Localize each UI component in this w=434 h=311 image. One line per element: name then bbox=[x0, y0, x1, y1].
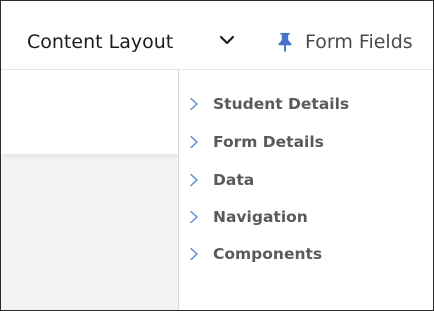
tree-item-components[interactable]: Components bbox=[187, 242, 322, 266]
pin-icon bbox=[278, 32, 292, 53]
content-layout-label: Content Layout bbox=[27, 31, 174, 53]
chevron-right-icon[interactable] bbox=[187, 97, 201, 111]
chevron-down-icon[interactable] bbox=[215, 28, 239, 52]
chevron-right-icon[interactable] bbox=[187, 135, 201, 149]
form-fields-label: Form Fields bbox=[305, 31, 413, 53]
tree-item-label: Navigation bbox=[213, 208, 308, 226]
toolbar: Content Layout Form Fields bbox=[1, 1, 433, 70]
app-frame: Content Layout Form Fields Student Detai… bbox=[0, 0, 434, 311]
form-fields-button[interactable]: Form Fields bbox=[274, 29, 413, 55]
form-fields-panel: Student Details Form Details Data Naviga… bbox=[178, 70, 433, 310]
tree-item-student-details[interactable]: Student Details bbox=[187, 92, 349, 116]
chevron-right-icon[interactable] bbox=[187, 210, 201, 224]
content-layout-dropdown[interactable]: Content Layout bbox=[27, 18, 235, 66]
chevron-right-icon[interactable] bbox=[187, 247, 201, 261]
tree-item-form-details[interactable]: Form Details bbox=[187, 130, 324, 154]
tree-item-data[interactable]: Data bbox=[187, 168, 254, 192]
tree-item-label: Components bbox=[213, 245, 323, 263]
tree-item-label: Student Details bbox=[213, 95, 350, 113]
content-canvas-card bbox=[1, 70, 179, 154]
tree-item-navigation[interactable]: Navigation bbox=[187, 205, 308, 229]
tree-item-label: Form Details bbox=[213, 133, 324, 151]
chevron-right-icon[interactable] bbox=[187, 173, 201, 187]
tree-item-label: Data bbox=[213, 171, 255, 189]
